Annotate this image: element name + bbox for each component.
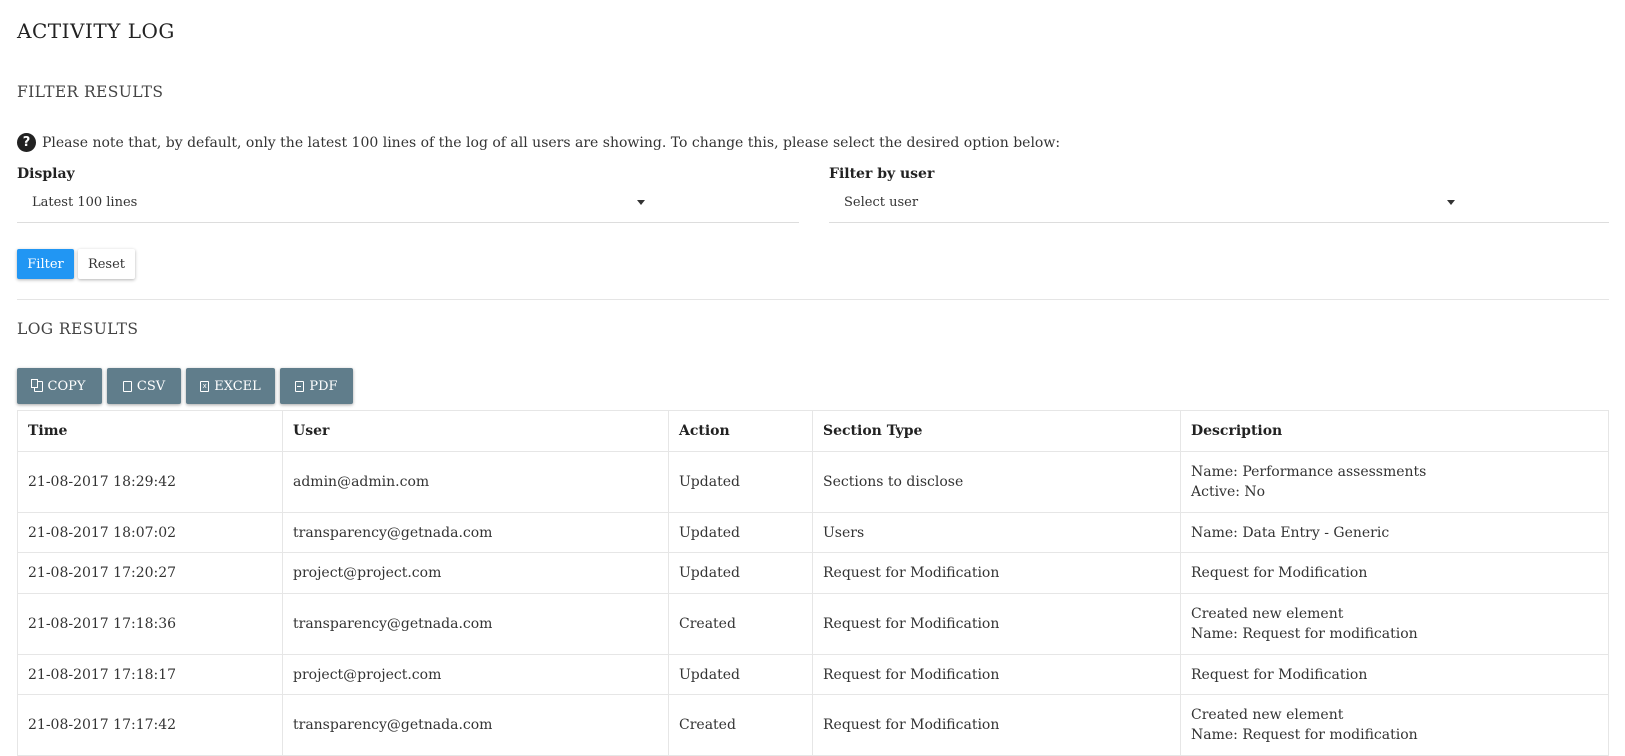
description-line: Name: Request for modification [1191,727,1418,743]
description-line: Name: Request for modification [1191,626,1418,642]
copy-button[interactable]: COPY [17,368,102,404]
file-icon [122,380,132,392]
log-table: Time User Action Section Type Descriptio… [17,410,1609,756]
table-row: 21-08-2017 17:18:17 project@project.com … [17,654,1609,695]
cell-user: transparency@getnada.com [282,694,669,756]
user-select[interactable]: Select user [829,184,1609,223]
cell-user: project@project.com [282,654,669,695]
filter-button[interactable]: Filter [17,249,74,279]
cell-section-type: Request for Modification [812,552,1181,594]
cell-description: Request for Modification [1180,552,1609,594]
description-line: Request for Modification [1191,666,1368,683]
table-row: 21-08-2017 17:18:36 transparency@getnada… [17,593,1609,655]
cell-user: admin@admin.com [282,451,669,513]
caret-down-icon [1447,200,1455,205]
cell-action: Updated [668,512,813,553]
reset-button[interactable]: Reset [78,249,135,279]
pdf-label: PDF [309,378,338,394]
cell-description: Name: Performance assessments Active: No [1180,451,1609,513]
cell-time: 21-08-2017 17:18:17 [17,654,283,695]
cell-time: 21-08-2017 17:20:27 [17,552,283,594]
cell-section-type: Sections to disclose [812,451,1181,513]
column-header-user[interactable]: User [282,410,669,452]
table-row: 21-08-2017 18:07:02 transparency@getnada… [17,512,1609,553]
cell-section-type: Request for Modification [812,654,1181,695]
table-row: 21-08-2017 17:20:27 project@project.com … [17,552,1609,594]
display-label: Display [17,166,75,182]
csv-label: CSV [136,378,166,394]
description-line: Created new element [1191,606,1344,622]
question-icon: ? [17,133,36,152]
cell-user: transparency@getnada.com [282,512,669,553]
pdf-button[interactable]: PDF [280,368,353,404]
table-row: 21-08-2017 17:17:42 transparency@getnada… [17,694,1609,756]
display-select[interactable]: Latest 100 lines [17,184,799,223]
description-line: Name: Performance assessments [1191,464,1427,480]
cell-action: Updated [668,451,813,513]
page-title: ACTIVITY LOG [17,19,175,43]
cell-description: Created new element Name: Request for mo… [1180,694,1609,756]
cell-time: 21-08-2017 18:29:42 [17,451,283,513]
cell-time: 21-08-2017 18:07:02 [17,512,283,553]
display-select-value: Latest 100 lines [32,195,138,210]
excel-label: EXCEL [214,378,261,394]
cell-user: project@project.com [282,552,669,594]
cell-time: 21-08-2017 17:18:36 [17,593,283,655]
table-header-row: Time User Action Section Type Descriptio… [17,410,1609,452]
cell-description: Request for Modification [1180,654,1609,695]
divider [17,299,1609,300]
cell-time: 21-08-2017 17:17:42 [17,694,283,756]
filter-user-label: Filter by user [829,166,935,182]
cell-section-type: Request for Modification [812,694,1181,756]
cell-action: Updated [668,552,813,594]
description-line: Created new element [1191,707,1344,723]
column-header-section-type[interactable]: Section Type [812,410,1181,452]
filter-results-title: FILTER RESULTS [17,83,164,101]
user-select-value: Select user [844,195,919,210]
copy-icon [30,378,43,392]
cell-user: transparency@getnada.com [282,593,669,655]
column-header-description[interactable]: Description [1180,410,1609,452]
pdf-file-icon [295,380,305,392]
description-line: Name: Data Entry - Generic [1191,524,1390,541]
column-header-action[interactable]: Action [668,410,813,452]
caret-down-icon [637,200,645,205]
cell-section-type: Users [812,512,1181,553]
cell-description: Name: Data Entry - Generic [1180,512,1609,553]
column-header-time[interactable]: Time [17,410,283,452]
table-row: 21-08-2017 18:29:42 admin@admin.com Upda… [17,451,1609,513]
excel-button[interactable]: x EXCEL [186,368,275,404]
description-line: Active: No [1191,484,1266,500]
cell-section-type: Request for Modification [812,593,1181,655]
log-results-title: LOG RESULTS [17,320,139,338]
csv-button[interactable]: CSV [107,368,181,404]
description-line: Request for Modification [1191,565,1368,581]
cell-action: Updated [668,654,813,695]
copy-label: COPY [47,378,86,394]
cell-description: Created new element Name: Request for mo… [1180,593,1609,655]
cell-action: Created [668,694,813,756]
filter-note-text: Please note that, by default, only the l… [42,134,1061,151]
filter-note: ? Please note that, by default, only the… [17,133,1060,152]
cell-action: Created [668,593,813,655]
excel-file-icon: x [200,380,210,392]
